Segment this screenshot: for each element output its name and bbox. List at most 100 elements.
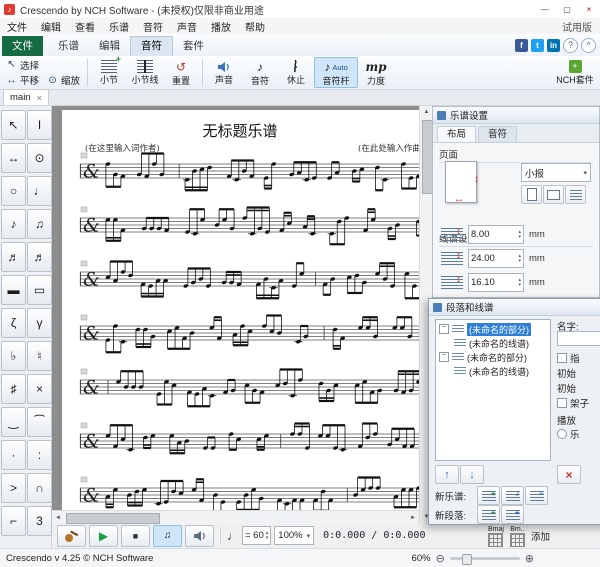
sharp-button[interactable]: ♯ [1,374,26,404]
add-chord-button[interactable]: 添加 [531,529,550,543]
landscape-button[interactable] [543,185,564,204]
linkedin-icon[interactable]: in [547,39,560,52]
menu-item[interactable]: 乐谱 [102,19,136,34]
twitter-icon[interactable]: t [531,39,544,52]
tab-note-settings[interactable]: 音符 [478,126,517,142]
new-bass-staff-button[interactable]: ♪ [501,486,524,505]
option-row[interactable]: 乐 [557,427,580,441]
rest-button[interactable]: 休止 [278,57,314,88]
menu-item[interactable]: 音符 [136,19,170,34]
tempo-spinner[interactable]: = 60 ▴▾ [242,526,271,545]
sixteenth-note-button[interactable]: ♬ [1,242,26,272]
facebook-icon[interactable]: f [515,39,528,52]
new-grand-staff-button[interactable]: ≡ [525,486,548,505]
menu-item[interactable]: 播放 [204,19,238,34]
playback-zoom-combo[interactable]: 100% ▾ [274,526,314,545]
pan-tool-button[interactable]: ↔ 平移 [2,73,43,87]
sound-button[interactable]: 声音 [206,57,242,88]
half-note-button[interactable]: ♩ [27,176,52,206]
double-sharp-button[interactable]: × [27,374,52,404]
accent-button[interactable]: > [1,473,26,503]
fermata-button[interactable]: ∩ [27,473,52,503]
line-spacing-spinner[interactable]: 8.00 ▴▾ [468,225,524,244]
checkbox-icon[interactable] [557,398,567,408]
staff-distance-spinner[interactable]: 24.00 ▴▾ [468,249,524,268]
zoom-slider-thumb[interactable] [462,554,472,565]
dynamics-button[interactable]: mp 力度 [358,57,394,88]
eighth-note-button[interactable]: ♫ [27,209,52,239]
menu-item[interactable]: 查看 [68,19,102,34]
flat-button[interactable]: ♭ [1,341,26,371]
tab-edit[interactable]: 编辑 [89,37,130,56]
stem-button[interactable]: ♪Auto 音符杆 [314,57,358,88]
close-button[interactable]: × [578,1,600,18]
tie-button[interactable]: ‿ [1,407,26,437]
checkbox-icon[interactable] [557,353,567,363]
part-name-input[interactable] [557,331,600,346]
horizontal-scrollbar[interactable]: ◄ ► [52,510,419,524]
tab-suite[interactable]: 套件 [173,37,214,56]
stop-button[interactable]: ■ [121,525,150,547]
follow-playback-button[interactable]: ♫ [153,525,182,547]
whole-rest-button[interactable]: ▬ [1,275,26,305]
select-tool-button[interactable]: ↖ [1,110,26,140]
measure-button[interactable]: 小节 [91,57,127,88]
tree-item-staff[interactable]: (未命名的线谱) [436,336,550,350]
dot-button[interactable]: · [1,440,26,470]
option-row[interactable]: 架子 [557,396,589,410]
page-staff-button[interactable] [565,185,586,204]
expander-icon[interactable]: − [439,352,449,362]
score-title[interactable]: 无标题乐谱 [202,122,277,140]
select-tool-button[interactable]: ↖ 选择 [2,58,84,72]
barline-button[interactable]: 小节线 [127,57,163,88]
system-distance-spinner[interactable]: 16.10 ▴▾ [468,273,524,292]
repeat-button[interactable]: ⌐ [1,506,26,536]
zoom-tool-button[interactable]: ⊙ [27,143,52,173]
thirtysecond-note-button[interactable]: ♬ [27,242,52,272]
reset-button[interactable]: ↺ 重置 [163,57,199,88]
menu-item[interactable]: 声音 [170,19,204,34]
move-down-button[interactable]: ↓ [460,465,484,484]
minimize-button[interactable]: — [534,1,556,18]
staccato-button[interactable]: : [27,440,52,470]
tab-main[interactable]: main × [3,89,49,105]
whole-note-button[interactable]: ○ [1,176,26,206]
collapse-ribbon-button[interactable]: ^ [581,38,596,53]
nch-suite-button[interactable]: + NCH套件 [552,57,598,88]
tab-close-icon[interactable]: × [37,93,42,103]
quarter-note-button[interactable]: ♪ [1,209,26,239]
tree-item-section[interactable]: − (未命名的部分) [436,322,550,336]
maximize-button[interactable]: ▢ [556,1,578,18]
tuplet-button[interactable]: 3 [27,506,52,536]
new-treble-staff-button[interactable]: + [477,486,500,505]
score-page[interactable] [62,110,419,510]
file-menu-button[interactable]: 文件 [2,36,43,56]
new-section-copy-button[interactable]: + [501,505,524,524]
zoom-out-icon[interactable]: ⊖ [436,552,445,565]
move-up-button[interactable]: ↑ [435,465,459,484]
tab-notes[interactable]: 音符 [130,36,173,56]
half-rest-button[interactable]: ▭ [27,275,52,305]
tab-score[interactable]: 乐谱 [48,37,89,56]
quarter-rest-button[interactable]: ζ [1,308,26,338]
tempo-down-icon[interactable]: ▾ [266,536,269,541]
play-button[interactable]: ▶ [89,525,118,547]
paper-size-combo[interactable]: 小报 ▾ [521,163,591,182]
tree-item-section[interactable]: − (未命名的部分) [436,350,550,364]
expander-icon[interactable]: − [439,324,449,334]
instrument-button[interactable] [57,525,86,547]
zoom-in-icon[interactable]: ⊕ [525,552,534,565]
menu-item[interactable]: 文件 [0,19,34,34]
metronome-button[interactable] [185,525,214,547]
chord-item[interactable]: Bm.. [510,526,525,547]
note-button[interactable]: ♪ 音符 [242,57,278,88]
portrait-button[interactable] [521,185,542,204]
eighth-rest-button[interactable]: γ [27,308,52,338]
menu-item[interactable]: 编辑 [34,19,68,34]
delete-button[interactable]: × [557,465,581,484]
composer-placeholder[interactable]: (在此处输入作曲者) [358,143,419,154]
new-section-button[interactable]: + [477,505,500,524]
tab-layout[interactable]: 布局 [437,126,476,142]
zoom-tool-button[interactable]: ⊙ 缩放 [43,73,84,87]
radio-icon[interactable] [557,429,567,439]
